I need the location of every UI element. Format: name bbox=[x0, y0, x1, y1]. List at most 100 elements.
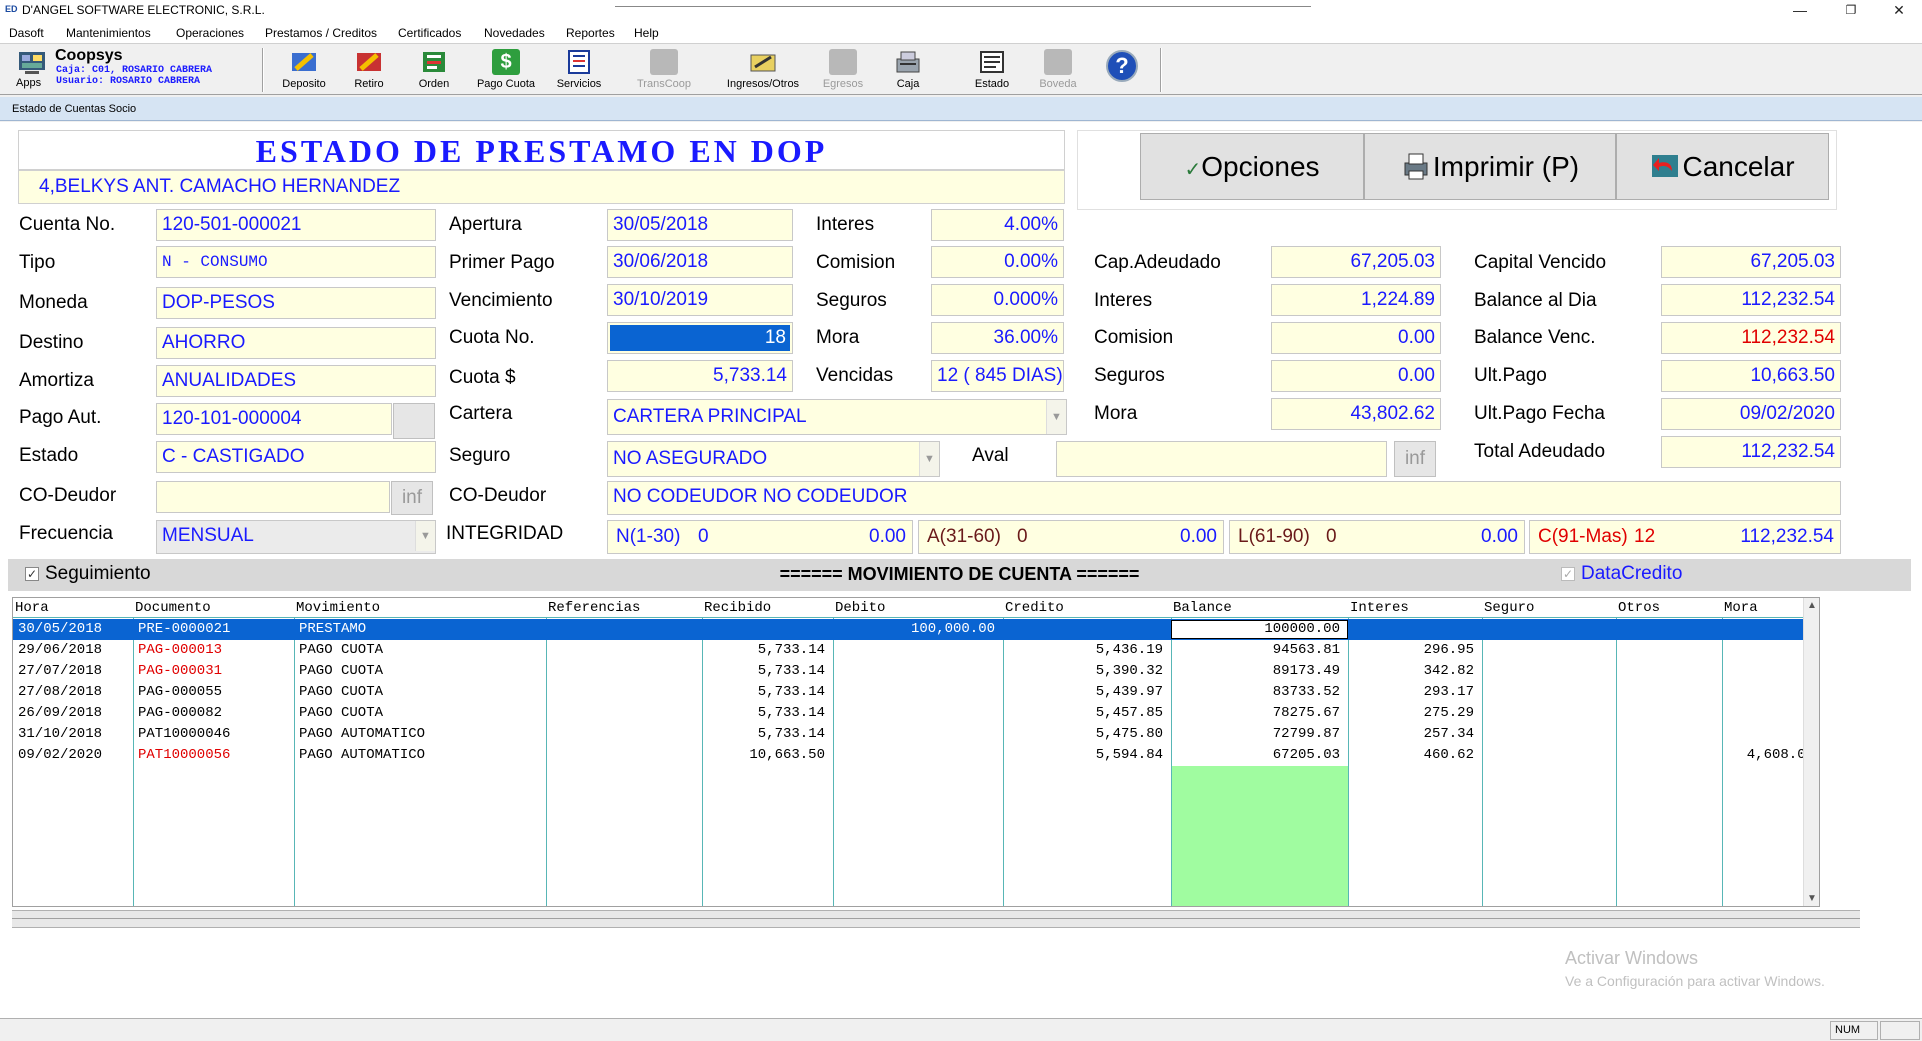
table-row[interactable]: 27/08/2018 PAG-000055 PAGO CUOTA 5,733.14 5,… bbox=[13, 682, 1819, 703]
mora-field[interactable]: 36.00% bbox=[931, 322, 1064, 354]
estado-button[interactable]: Estado bbox=[966, 49, 1018, 90]
frecuencia-select[interactable]: MENSUAL ▼ bbox=[156, 520, 436, 554]
cuota-monto-field[interactable]: 5,733.14 bbox=[607, 360, 793, 392]
seguros-2-field[interactable]: 0.00 bbox=[1271, 360, 1441, 392]
pago-aut-field[interactable]: 120-101-000004 bbox=[156, 403, 392, 435]
seguro-select[interactable]: NO ASEGURADO ▼ bbox=[607, 441, 940, 477]
deposito-button[interactable]: Deposito bbox=[278, 49, 330, 90]
table-row[interactable]: 09/02/2020 PAT10000056 PAGO AUTOMATICO 10,6… bbox=[13, 745, 1819, 766]
menu-help[interactable]: Help bbox=[634, 26, 659, 40]
balance-venc-field[interactable]: 112,232.54 bbox=[1661, 322, 1841, 354]
imprimir-button[interactable]: Imprimir (P) bbox=[1364, 133, 1616, 200]
capital-vencido-field[interactable]: 67,205.03 bbox=[1661, 246, 1841, 278]
menu-bar: Dasoft Mantenimientos Operaciones Presta… bbox=[0, 22, 1922, 43]
boveda-button[interactable]: Boveda bbox=[1030, 49, 1086, 90]
orden-button[interactable]: Orden bbox=[410, 49, 458, 90]
movement-header-band: ✓ Seguimiento ====== MOVIMIENTO DE CUENT… bbox=[8, 559, 1911, 591]
transcoop-button[interactable]: TransCoop bbox=[628, 49, 700, 90]
table-row[interactable]: 29/06/2018 PAG-000013 PAGO CUOTA 5,733.14 5,… bbox=[13, 640, 1819, 661]
column-header-referencias[interactable]: Referencias bbox=[548, 600, 640, 616]
codeudor-inf-button[interactable]: inf bbox=[391, 481, 433, 515]
estado-field[interactable]: C - CASTIGADO bbox=[156, 441, 436, 473]
label-balance-venc: Balance Venc. bbox=[1474, 327, 1596, 348]
column-header-documento[interactable]: Documento bbox=[135, 600, 211, 616]
minimize-icon[interactable]: — bbox=[1777, 0, 1823, 22]
table-row[interactable]: 27/07/2018 PAG-000031 PAGO CUOTA 5,733.14 5,… bbox=[13, 661, 1819, 682]
movements-table[interactable]: Hora Documento Movimiento Referencias Recibi… bbox=[12, 597, 1820, 907]
codeudor-2-field[interactable]: NO CODEUDOR NO CODEUDOR bbox=[607, 481, 1841, 515]
table-row[interactable]: 26/09/2018 PAG-000082 PAGO CUOTA 5,733.14 5,… bbox=[13, 703, 1819, 724]
column-header-debito[interactable]: Debito bbox=[835, 600, 885, 616]
chevron-down-icon[interactable]: ▼ bbox=[415, 521, 435, 551]
chevron-down-icon[interactable]: ▼ bbox=[1046, 400, 1066, 434]
mora-2-field[interactable]: 43,802.62 bbox=[1271, 398, 1441, 430]
ult-pago-field[interactable]: 10,663.50 bbox=[1661, 360, 1841, 392]
aval-inf-button[interactable]: inf bbox=[1394, 441, 1436, 477]
vertical-scrollbar[interactable]: ▲ ▼ bbox=[1803, 598, 1819, 906]
servicios-button[interactable]: Servicios bbox=[552, 49, 606, 90]
column-header-movimiento[interactable]: Movimiento bbox=[296, 600, 380, 616]
scroll-up-icon[interactable]: ▲ bbox=[1804, 600, 1819, 611]
ult-pago-fecha-field[interactable]: 09/02/2020 bbox=[1661, 398, 1841, 430]
primer-pago-field[interactable]: 30/06/2018 bbox=[607, 246, 793, 278]
cancelar-button[interactable]: Cancelar bbox=[1616, 133, 1829, 200]
retiro-button[interactable]: Retiro bbox=[344, 49, 394, 90]
column-header-seguro[interactable]: Seguro bbox=[1484, 600, 1534, 616]
total-adeudado-field[interactable]: 112,232.54 bbox=[1661, 436, 1841, 468]
horizontal-scrollbar[interactable] bbox=[12, 910, 1860, 928]
datacredito-label[interactable]: DataCredito bbox=[1581, 563, 1682, 585]
menu-mantenimientos[interactable]: Mantenimientos bbox=[66, 26, 151, 40]
caja-button[interactable]: Caja bbox=[880, 49, 936, 90]
table-row[interactable]: 30/05/2018 PRE-0000021 PRESTAMO 100,000.00 1… bbox=[13, 619, 1819, 640]
apps-label[interactable]: Apps bbox=[16, 77, 41, 89]
column-header-hora[interactable]: Hora bbox=[15, 600, 49, 616]
cell-debito: 100,000.00 bbox=[910, 621, 995, 637]
pago-aut-lookup-button[interactable] bbox=[393, 403, 435, 439]
cuota-no-field[interactable]: 18 bbox=[607, 322, 793, 354]
cuenta-field[interactable]: 120-501-000021 bbox=[156, 209, 436, 241]
interes-field[interactable]: 4.00% bbox=[931, 209, 1064, 241]
pago-cuota-button[interactable]: $ Pago Cuota bbox=[472, 49, 540, 90]
vencimiento-field[interactable]: 30/10/2019 bbox=[607, 284, 793, 316]
ingresos-otros-button[interactable]: Ingresos/Otros bbox=[718, 49, 808, 90]
tipo-field[interactable]: N - CONSUMO bbox=[156, 246, 436, 278]
menu-operaciones[interactable]: Operaciones bbox=[176, 26, 244, 40]
egresos-button[interactable]: Egresos bbox=[816, 49, 870, 90]
column-header-balance[interactable]: Balance bbox=[1173, 600, 1232, 616]
vencidas-field[interactable]: 12 ( 845 DIAS) bbox=[931, 360, 1064, 392]
cap-adeudado-field[interactable]: 67,205.03 bbox=[1271, 246, 1441, 278]
comision-field[interactable]: 0.00% bbox=[931, 246, 1064, 278]
cell-interes: 296.95 bbox=[1423, 642, 1474, 658]
aval-field[interactable] bbox=[1056, 441, 1387, 477]
menu-certificados[interactable]: Certificados bbox=[398, 26, 461, 40]
menu-prestamos-creditos[interactable]: Prestamos / Creditos bbox=[265, 26, 377, 40]
menu-novedades[interactable]: Novedades bbox=[484, 26, 545, 40]
opciones-button[interactable]: ✓Opciones bbox=[1140, 133, 1364, 200]
datacredito-checkbox[interactable]: ✓ bbox=[1561, 567, 1575, 581]
close-icon[interactable]: ✕ bbox=[1876, 0, 1922, 22]
column-header-recibido[interactable]: Recibido bbox=[704, 600, 771, 616]
table-row[interactable]: 31/10/2018 PAT10000046 PAGO AUTOMATICO 5,73… bbox=[13, 724, 1819, 745]
amortiza-field[interactable]: ANUALIDADES bbox=[156, 365, 436, 397]
column-header-interes[interactable]: Interes bbox=[1350, 600, 1409, 616]
apertura-field[interactable]: 30/05/2018 bbox=[607, 209, 793, 241]
toolbar-separator bbox=[262, 48, 264, 92]
menu-dasoft[interactable]: Dasoft bbox=[9, 26, 44, 40]
activation-watermark-title: Activar Windows bbox=[1565, 948, 1699, 968]
comision-2-field[interactable]: 0.00 bbox=[1271, 322, 1441, 354]
seguros-field[interactable]: 0.000% bbox=[931, 284, 1064, 316]
column-header-credito[interactable]: Credito bbox=[1005, 600, 1064, 616]
restore-icon[interactable]: ❐ bbox=[1828, 0, 1874, 22]
column-header-mora[interactable]: Mora bbox=[1724, 600, 1758, 616]
codeudor-field[interactable] bbox=[156, 481, 390, 513]
balance-dia-field[interactable]: 112,232.54 bbox=[1661, 284, 1841, 316]
column-header-otros[interactable]: Otros bbox=[1618, 600, 1660, 616]
chevron-down-icon[interactable]: ▼ bbox=[919, 442, 939, 476]
menu-reportes[interactable]: Reportes bbox=[566, 26, 615, 40]
help-icon[interactable]: ? bbox=[1106, 50, 1138, 82]
destino-field[interactable]: AHORRO bbox=[156, 327, 436, 359]
cartera-select[interactable]: CARTERA PRINCIPAL ▼ bbox=[607, 399, 1067, 435]
scroll-down-icon[interactable]: ▼ bbox=[1804, 893, 1819, 904]
moneda-field[interactable]: DOP-PESOS bbox=[156, 287, 436, 319]
interes-2-field[interactable]: 1,224.89 bbox=[1271, 284, 1441, 316]
